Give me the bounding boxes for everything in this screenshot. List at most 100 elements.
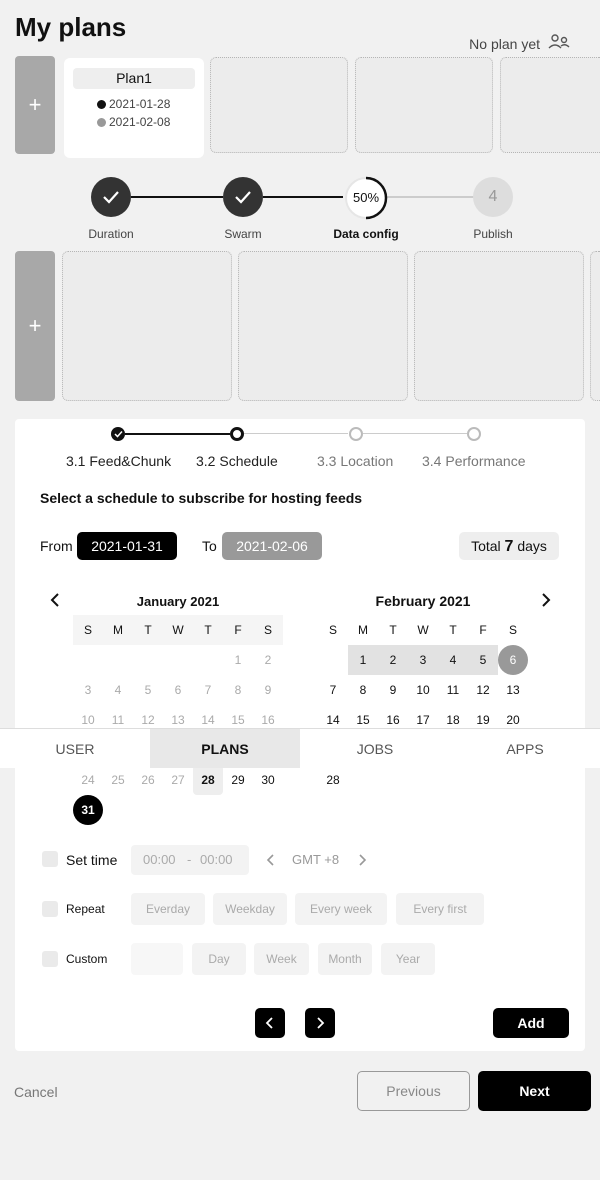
prev-month-icon[interactable]: [48, 592, 62, 613]
calendar-day[interactable]: 26: [133, 765, 163, 795]
calendar-day-number: 5: [144, 683, 152, 697]
repeat-option-everday[interactable]: Everday: [131, 893, 205, 925]
sub-step-feed-chunk[interactable]: [111, 427, 125, 441]
add-plan-button[interactable]: +: [15, 56, 55, 154]
step-label-duration: Duration: [88, 227, 134, 241]
calendar-day[interactable]: 6: [163, 675, 193, 705]
tab-jobs[interactable]: JOBS: [300, 729, 450, 768]
plan-name: Plan1: [73, 68, 195, 89]
calendar-day[interactable]: 10: [408, 675, 438, 705]
step-swarm[interactable]: [223, 177, 263, 217]
repeat-label: Repeat: [66, 902, 105, 916]
calendar-day-number: 4: [114, 683, 122, 697]
calendar-day-number: 9: [389, 683, 397, 697]
panel-next-button[interactable]: [305, 1008, 335, 1038]
calendar-day-number: 13: [506, 683, 520, 697]
sub-step-schedule[interactable]: [230, 427, 244, 441]
tab-plans[interactable]: PLANS: [150, 729, 300, 768]
repeat-option-every-week[interactable]: Every week: [295, 893, 387, 925]
repeat-checkbox[interactable]: [42, 901, 58, 917]
to-label: To: [202, 538, 217, 554]
february-calendar-grid: SMTWTFS123456789101112131415161718192021…: [318, 615, 528, 805]
calendar-day[interactable]: 2: [253, 645, 283, 675]
end-time: 00:00: [200, 852, 233, 867]
calendar-day-number: 28: [326, 773, 340, 787]
panel-prev-button[interactable]: [255, 1008, 285, 1038]
plan-card[interactable]: Plan1 2021-01-28 2021-02-08: [64, 58, 204, 158]
custom-option-month[interactable]: Month: [318, 943, 372, 975]
calendar-day[interactable]: 8: [348, 675, 378, 705]
empty-plan-slot: [210, 57, 348, 153]
calendar-day[interactable]: 7: [318, 675, 348, 705]
calendar-day-number: 12: [476, 683, 490, 697]
calendar-day-number: 2: [264, 653, 272, 667]
previous-button[interactable]: Previous: [357, 1071, 470, 1111]
calendar-day[interactable]: 11: [438, 675, 468, 705]
custom-checkbox[interactable]: [42, 951, 58, 967]
calendar-day[interactable]: 24: [73, 765, 103, 795]
calendar-day[interactable]: 1: [348, 645, 378, 675]
step-label-swarm: Swarm: [224, 227, 262, 241]
sub-step-location[interactable]: [349, 427, 363, 441]
set-time-checkbox[interactable]: [42, 851, 58, 867]
time-separator: -: [187, 852, 192, 867]
page-title: My plans: [15, 12, 127, 42]
calendar-day-number: 10: [416, 683, 430, 697]
calendar-day-number: 25: [111, 773, 125, 787]
custom-option-day[interactable]: Day: [192, 943, 246, 975]
calendar-day[interactable]: 12: [468, 675, 498, 705]
calendar-day[interactable]: 5: [133, 675, 163, 705]
weekday-label: S: [508, 623, 517, 637]
calendar-day[interactable]: 7: [193, 675, 223, 705]
tab-apps[interactable]: APPS: [450, 729, 600, 768]
calendar-day[interactable]: 4: [103, 675, 133, 705]
step-publish[interactable]: 4: [473, 177, 513, 217]
calendar-day[interactable]: 6: [498, 645, 528, 675]
calendar-day-number: 13: [171, 713, 185, 727]
calendar-day[interactable]: 30: [253, 765, 283, 795]
cancel-button[interactable]: Cancel: [14, 1084, 58, 1100]
repeat-option-every-first[interactable]: Every first: [396, 893, 484, 925]
calendar-day[interactable]: 31: [73, 795, 103, 825]
calendar-day[interactable]: 3: [408, 645, 438, 675]
calendar-day[interactable]: 1: [223, 645, 253, 675]
calendar-day-number: 6: [174, 683, 182, 697]
calendar-day-number: 5: [479, 653, 487, 667]
check-icon: [235, 191, 251, 204]
calendar-day[interactable]: 28: [193, 765, 223, 795]
calendar-day-number: 16: [261, 713, 275, 727]
tab-user[interactable]: USER: [0, 729, 150, 768]
timezone-prev-icon[interactable]: [266, 853, 276, 872]
custom-option-week[interactable]: Week: [254, 943, 309, 975]
calendar-day[interactable]: 5: [468, 645, 498, 675]
time-range-field[interactable]: 00:00 - 00:00: [131, 845, 249, 875]
step-data-config[interactable]: 50%: [344, 176, 388, 220]
calendar-day[interactable]: 2: [378, 645, 408, 675]
calendar-day-number: 15: [231, 713, 245, 727]
calendar-day-number: 28: [201, 773, 215, 787]
next-button[interactable]: Next: [478, 1071, 591, 1111]
calendar-day[interactable]: 9: [253, 675, 283, 705]
timezone-next-icon[interactable]: [357, 853, 367, 872]
repeat-option-weekday[interactable]: Weekday: [213, 893, 287, 925]
add-button[interactable]: Add: [493, 1008, 569, 1038]
calendar-day[interactable]: 13: [498, 675, 528, 705]
calendar-day[interactable]: 3: [73, 675, 103, 705]
step-duration[interactable]: [91, 177, 131, 217]
from-date-field[interactable]: 2021-01-31: [77, 532, 177, 560]
add-data-button[interactable]: +: [15, 251, 55, 401]
custom-value-input[interactable]: [131, 943, 183, 975]
calendar-day[interactable]: 29: [223, 765, 253, 795]
calendar-day[interactable]: 8: [223, 675, 253, 705]
calendar-day[interactable]: 25: [103, 765, 133, 795]
calendar-day[interactable]: 28: [318, 765, 348, 795]
next-month-icon[interactable]: [539, 592, 553, 613]
calendar-day[interactable]: 27: [163, 765, 193, 795]
to-date-field[interactable]: 2021-02-06: [222, 532, 322, 560]
calendar-day[interactable]: 4: [438, 645, 468, 675]
sub-step-performance[interactable]: [467, 427, 481, 441]
february-calendar-title: February 2021: [375, 593, 471, 609]
set-time-label: Set time: [66, 852, 118, 868]
custom-option-year[interactable]: Year: [381, 943, 435, 975]
calendar-day[interactable]: 9: [378, 675, 408, 705]
